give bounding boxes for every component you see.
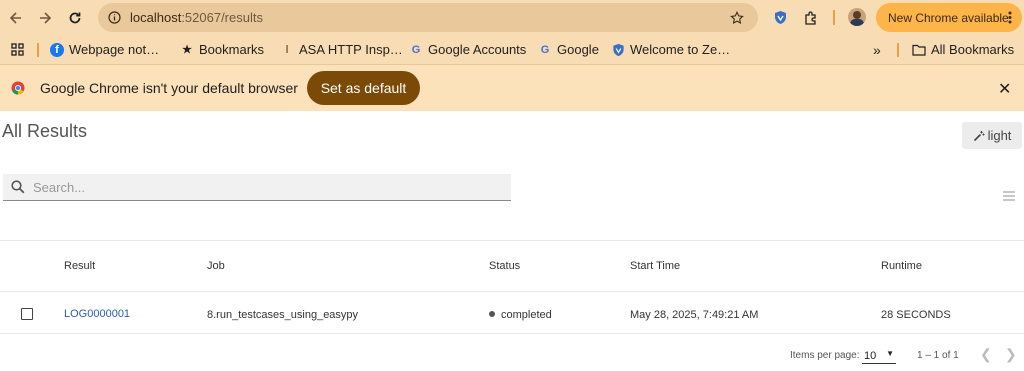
reload-button[interactable] <box>65 8 85 28</box>
header-divider <box>0 291 1024 292</box>
row-select-checkbox[interactable] <box>21 308 33 320</box>
table-bottom-divider <box>0 333 1024 334</box>
bookmarks-bar: f Webpage not… ★ Bookmarks ǀ ASA HTTP In… <box>0 36 1024 64</box>
profile-avatar[interactable] <box>848 8 866 26</box>
previous-page-icon[interactable]: ❮ <box>980 346 992 363</box>
bookmark-google[interactable]: G Google <box>538 42 599 57</box>
bookmark-label: Welcome to Ze… <box>630 42 731 57</box>
new-chrome-label: New Chrome available <box>888 10 1009 25</box>
google-icon: G <box>411 43 421 56</box>
column-header-status[interactable]: Status <box>489 260 520 272</box>
bookmark-label: ASA HTTP Insp… <box>299 42 403 57</box>
start-time-cell: May 28, 2025, 7:49:21 AM <box>630 309 759 321</box>
forward-button[interactable] <box>35 8 55 28</box>
column-header-job[interactable]: Job <box>207 260 225 272</box>
google-icon: G <box>540 43 550 56</box>
avatar-head <box>853 11 861 19</box>
forward-arrow-icon <box>40 12 52 24</box>
star-icon: ★ <box>182 44 192 56</box>
bookmarks-divider <box>37 43 39 57</box>
bookmark-star-icon[interactable] <box>730 11 744 25</box>
extensions-puzzle-icon[interactable] <box>804 10 819 25</box>
dropdown-caret-icon: ▼ <box>886 349 894 358</box>
set-as-default-button[interactable]: Set as default <box>307 71 420 105</box>
status-cell: completed <box>489 309 552 321</box>
bookmark-label: Google Accounts <box>428 42 527 57</box>
menu-kebab-icon <box>1008 11 1012 24</box>
status-dot-icon <box>489 311 495 318</box>
column-header-runtime[interactable]: Runtime <box>881 260 922 272</box>
items-per-page-value: 10 <box>864 349 877 362</box>
bookmark-webpage-not[interactable]: f Webpage not… <box>50 42 159 57</box>
apps-grid-icon[interactable] <box>11 43 24 56</box>
results-page: All Results light Search... Result Job S… <box>0 111 1024 371</box>
status-text: completed <box>501 309 552 321</box>
table-top-divider <box>0 240 1024 241</box>
items-per-page-label: Items per page: <box>790 350 860 361</box>
bookmarks-divider <box>897 43 899 57</box>
shield-extension-icon[interactable] <box>774 10 787 25</box>
url-text: localhost:52067/results <box>130 10 263 25</box>
avatar-body <box>850 19 864 26</box>
bookmark-label: Google <box>557 42 599 57</box>
column-menu-icon[interactable] <box>1003 191 1015 203</box>
page-title: All Results <box>2 121 88 141</box>
close-icon[interactable]: ✕ <box>998 79 1011 99</box>
address-bar[interactable]: localhost:52067/results <box>98 3 758 32</box>
back-arrow-icon <box>9 12 21 24</box>
search-input[interactable]: Search... <box>3 174 511 201</box>
next-page-icon[interactable]: ❯ <box>1005 346 1017 363</box>
new-chrome-available-button[interactable]: New Chrome available <box>876 3 1022 32</box>
column-header-start-time[interactable]: Start Time <box>630 260 680 272</box>
bookmark-label: Webpage not… <box>69 42 160 57</box>
search-icon <box>11 180 25 194</box>
theme-toggle-button[interactable]: light <box>962 122 1022 149</box>
info-icon[interactable] <box>108 11 121 24</box>
shield-icon <box>613 43 624 56</box>
job-cell: 8.run_testcases_using_easypy <box>207 309 359 321</box>
bookmarks-overflow-button[interactable]: » <box>873 42 881 58</box>
asa-icon: ǀ <box>285 43 289 56</box>
default-browser-infobar: Google Chrome isn't your default browser… <box>0 64 1024 111</box>
items-per-page-select[interactable]: 10 ▼ <box>862 348 896 364</box>
bookmark-google-accounts[interactable]: G Google Accounts <box>409 42 527 57</box>
all-bookmarks-button[interactable]: All Bookmarks <box>912 42 1014 57</box>
result-link[interactable]: LOG0000001 <box>64 308 130 320</box>
infobar-message: Google Chrome isn't your default browser <box>40 80 298 96</box>
back-button[interactable] <box>6 8 26 28</box>
all-bookmarks-label: All Bookmarks <box>931 42 1015 57</box>
bookmark-label: Bookmarks <box>199 42 265 57</box>
bookmark-bookmarks[interactable]: ★ Bookmarks <box>180 42 264 57</box>
column-header-result[interactable]: Result <box>64 260 95 272</box>
facebook-icon: f <box>50 42 64 57</box>
runtime-cell: 28 SECONDS <box>881 309 951 321</box>
browser-toolbar: localhost:52067/results New Chrome avail… <box>0 0 1024 36</box>
toolbar-divider <box>833 10 835 25</box>
search-placeholder: Search... <box>33 179 86 195</box>
theme-label: light <box>987 128 1012 143</box>
reload-icon <box>69 12 81 24</box>
magic-wand-icon <box>973 130 985 141</box>
pagination-range: 1 – 1 of 1 <box>917 350 959 361</box>
bookmark-welcome-to-ze[interactable]: Welcome to Ze… <box>612 42 730 57</box>
chrome-logo-icon <box>11 81 25 95</box>
bookmark-asa-http[interactable]: ǀ ASA HTTP Insp… <box>280 42 403 57</box>
folder-icon <box>912 44 926 56</box>
